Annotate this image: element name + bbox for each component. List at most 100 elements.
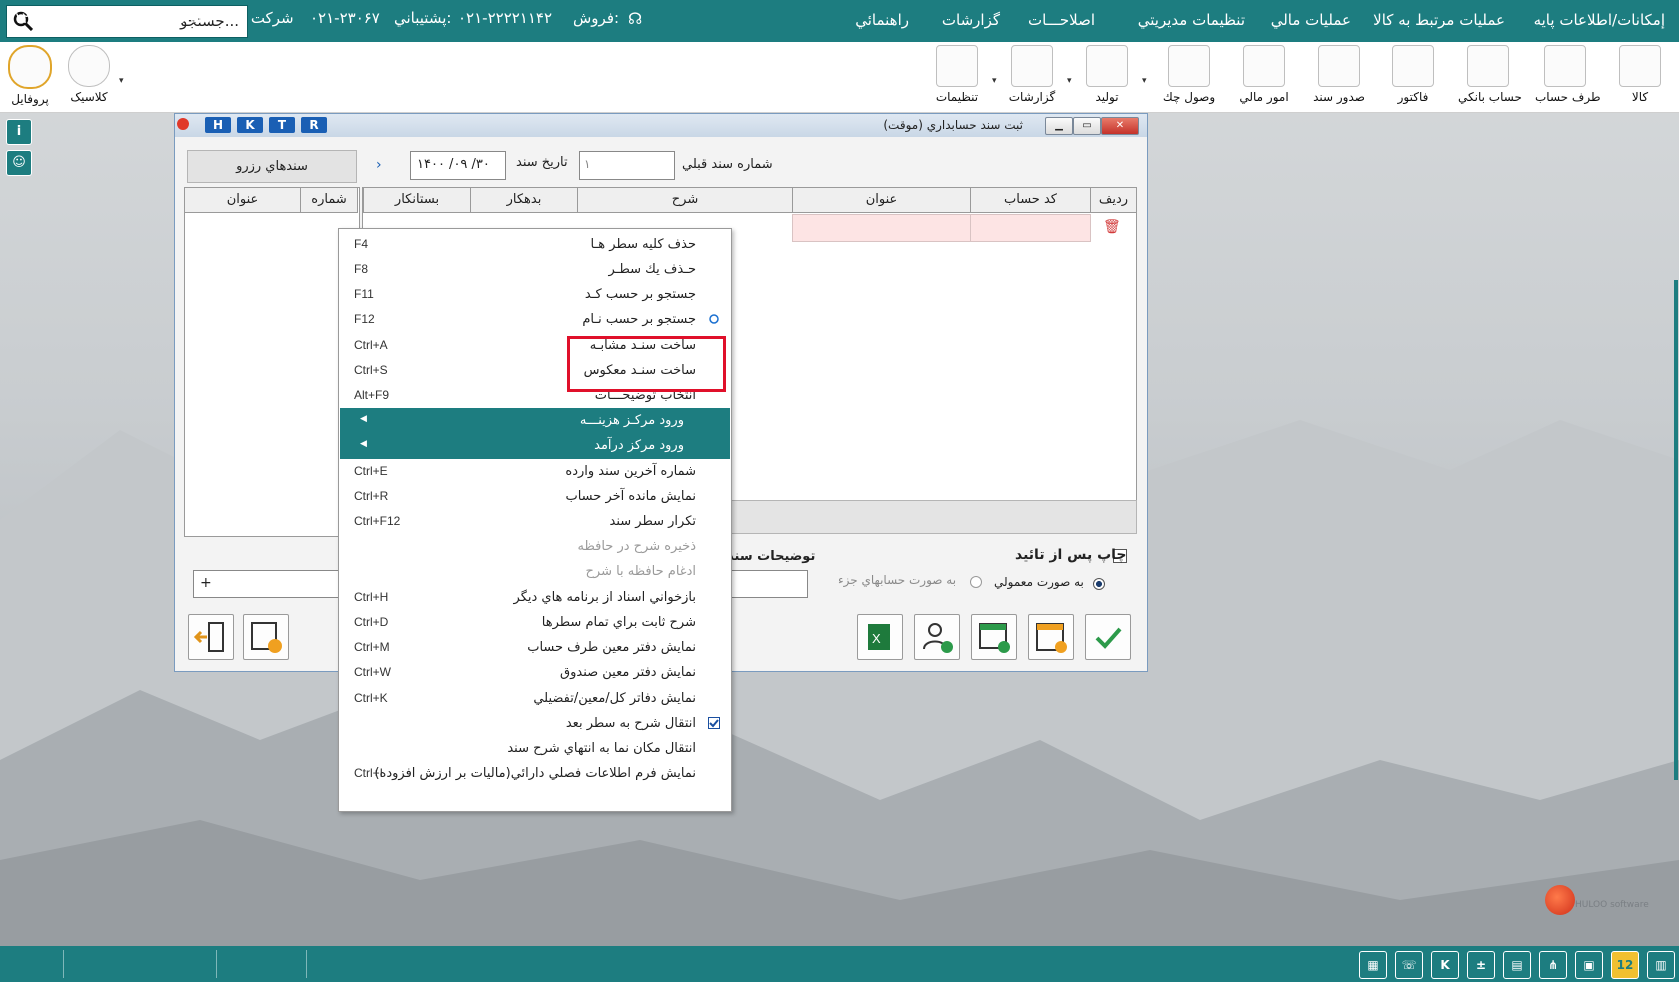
menu-item-save-description: ذخيره شرح در حافظه bbox=[577, 539, 697, 554]
status-sales-label: فروش: bbox=[573, 9, 620, 27]
window-title: ثبت سند حسابداري (موقت) bbox=[883, 118, 1023, 132]
grid-col-account-code[interactable]: كد حساب bbox=[970, 187, 1091, 213]
toolbar-cheque-collection[interactable]: وصول چك bbox=[1159, 45, 1219, 111]
menu-item-delete-all-rows[interactable]: حذف كليه سطر هـا F4 bbox=[340, 232, 730, 258]
menu-item-seasonal-asset-form[interactable]: نمايش فرم اطلاعات فصلي دارائي(ماليات بر … bbox=[340, 761, 730, 787]
menu-item-search-by-code[interactable]: جستجو بر حسب كـد F11 bbox=[340, 282, 730, 308]
menu-basic-info[interactable]: إمكانات/اطلاعات پايه bbox=[1534, 11, 1665, 29]
doc-description-label: توضيحات سند bbox=[727, 549, 816, 564]
k-shortcut-icon[interactable]: K bbox=[1431, 951, 1459, 979]
app-status-icon bbox=[177, 118, 189, 130]
toolbar-issue-document[interactable]: صدور سند bbox=[1309, 45, 1369, 111]
prev-doc-input[interactable]: ۱ bbox=[579, 151, 675, 180]
hotkey-k-button[interactable]: K bbox=[237, 117, 263, 133]
exit-button[interactable] bbox=[188, 614, 234, 660]
reserved-docs-button[interactable]: سندهاي رزرو bbox=[187, 150, 357, 183]
toolbar-bank-account[interactable]: حساب بانكي bbox=[1458, 45, 1522, 111]
toolbar-production[interactable]: توليد bbox=[1077, 45, 1137, 111]
menu-item-repeat-row[interactable]: تكرار سطر سند Ctrl+F12 bbox=[340, 509, 730, 535]
menu-financial-operations[interactable]: عمليات مالي bbox=[1271, 11, 1351, 29]
menu-reports[interactable]: گزارشات bbox=[942, 11, 1000, 29]
toolbar-financial-affairs[interactable]: امور مالي bbox=[1234, 45, 1294, 111]
production-dropdown-icon[interactable]: ▾ bbox=[1142, 76, 1147, 86]
note-icon[interactable]: ▤ bbox=[1503, 951, 1531, 979]
menu-item-cursor-to-end[interactable]: انتقال مكان نما به انتهاي شرح سند bbox=[340, 736, 730, 762]
cell-title[interactable] bbox=[792, 214, 971, 242]
radio-partial[interactable] bbox=[970, 576, 982, 588]
toolbar-party[interactable]: طرف حساب bbox=[1535, 45, 1601, 111]
toolbar-invoice[interactable]: فاكتور bbox=[1383, 45, 1443, 111]
report-button[interactable] bbox=[1028, 614, 1074, 660]
menu-item-income-center[interactable]: ورود مركز درآمد ◀ bbox=[340, 433, 730, 459]
grid-col-description[interactable]: شرح bbox=[577, 187, 793, 213]
calculator-icon[interactable]: ± bbox=[1467, 951, 1495, 979]
menu-management-settings[interactable]: تنظيمات مديريتي bbox=[1138, 11, 1245, 29]
menu-item-delete-row[interactable]: حـذف يك سطـر F8 bbox=[340, 257, 730, 283]
close-button[interactable]: ✕ bbox=[1101, 117, 1139, 135]
menu-item-cost-center[interactable]: ورود مركـز هزينـــه ◀ bbox=[340, 408, 730, 434]
user-card-icon[interactable]: ☺ bbox=[6, 150, 32, 176]
toolbar-settings[interactable]: تنظيمات bbox=[927, 45, 987, 111]
calendar-icon[interactable]: ▥ bbox=[1647, 951, 1675, 979]
grid-col-row[interactable]: رديف bbox=[1090, 187, 1137, 213]
calendar-day-icon[interactable]: 12 bbox=[1611, 951, 1639, 979]
grid-col-title[interactable]: عنوان bbox=[792, 187, 971, 213]
menu-item-last-doc-number[interactable]: شماره آخرين سند وارده Ctrl+E bbox=[340, 459, 730, 485]
info-icon[interactable]: i bbox=[6, 119, 32, 145]
gear-icon bbox=[936, 45, 978, 87]
context-menu: حذف كليه سطر هـا F4 حـذف يك سطـر F8 جستجو … bbox=[338, 228, 732, 812]
menu-item-fixed-description[interactable]: شرح ثابت براي تمام سطرها Ctrl+D bbox=[340, 610, 730, 636]
toolbar-profile[interactable]: پروفايل bbox=[0, 45, 60, 111]
toolbar-goods[interactable]: كالا bbox=[1610, 45, 1670, 111]
menu-item-cash-ledger[interactable]: نمايش دفتر معين صندوق Ctrl+W bbox=[340, 660, 730, 686]
toolbar-classic-theme[interactable]: كلاسيک bbox=[59, 45, 119, 111]
profile-icon bbox=[8, 45, 52, 89]
radio-normal-label: به صورت معمولي bbox=[994, 575, 1084, 589]
toolbar-reports[interactable]: گزارشات bbox=[1002, 45, 1062, 111]
delete-row-icon[interactable]: 🗑 bbox=[1103, 219, 1121, 235]
radio-normal[interactable] bbox=[1093, 578, 1105, 590]
menu-goods-operations[interactable]: عمليات مرتبط به كالا bbox=[1373, 11, 1505, 29]
grid-col-debit[interactable]: بدهكار bbox=[470, 187, 578, 213]
reserve-col-title[interactable]: عنوان bbox=[184, 187, 301, 213]
hotkey-r-button[interactable]: R bbox=[301, 117, 327, 133]
person-icon bbox=[1544, 45, 1586, 87]
menu-item-all-ledgers[interactable]: نمايش دفاتر كل/معين/تفضيلي Ctrl+K bbox=[340, 686, 730, 712]
add-list-icon bbox=[979, 623, 1010, 653]
save-clock-icon bbox=[251, 622, 282, 653]
confirm-button[interactable] bbox=[1085, 614, 1131, 660]
phone-book-icon[interactable]: ☏ bbox=[1395, 951, 1423, 979]
menu-item-carry-description[interactable]: انتقال شرح به سطر بعد bbox=[340, 711, 730, 737]
hotkey-t-button[interactable]: T bbox=[269, 117, 295, 133]
menu-item-party-ledger[interactable]: نمايش دفتر معين طرف حساب Ctrl+M bbox=[340, 635, 730, 661]
doc-date-input[interactable]: ۱۴۰۰ /۰۹ /۳۰ bbox=[410, 151, 506, 180]
settings-dropdown-icon[interactable]: ▾ bbox=[992, 76, 997, 86]
chart-icon bbox=[1011, 45, 1053, 87]
menu-item-account-balance[interactable]: نمايش مانده آخر حساب Ctrl+R bbox=[340, 484, 730, 510]
svg-text:X: X bbox=[872, 631, 881, 646]
add-party-button[interactable] bbox=[914, 614, 960, 660]
grid-col-credit[interactable]: بستانكار bbox=[363, 187, 471, 213]
menu-help[interactable]: راهنمائي bbox=[855, 11, 909, 29]
status-date: سه شنبه،۳۰ آذر، ۱۴۰۰ bbox=[70, 9, 211, 27]
menu-item-search-by-name[interactable]: جستجو بر حسب نـام F12 bbox=[340, 307, 730, 333]
save-later-button[interactable] bbox=[243, 614, 289, 660]
exit-door-icon bbox=[193, 622, 224, 652]
chevron-right-icon[interactable]: › bbox=[376, 157, 382, 173]
right-scrollbar[interactable] bbox=[1674, 280, 1678, 780]
theme-dropdown-icon[interactable]: ▾ bbox=[119, 76, 124, 86]
image-gallery-icon[interactable]: ▣ bbox=[1575, 951, 1603, 979]
menu-corrections[interactable]: اصلاحـــات bbox=[1028, 11, 1095, 29]
minimize-button[interactable]: ▁ bbox=[1045, 117, 1073, 135]
reserved-docs-list[interactable] bbox=[184, 187, 360, 537]
calendar-grid-icon[interactable]: ▦ bbox=[1359, 951, 1387, 979]
share-icon[interactable]: ⋔ bbox=[1539, 951, 1567, 979]
maximize-button[interactable]: ▭ bbox=[1073, 117, 1101, 135]
add-row-button[interactable] bbox=[971, 614, 1017, 660]
reports-dropdown-icon[interactable]: ▾ bbox=[1067, 76, 1072, 86]
reserve-col-number[interactable]: شماره bbox=[300, 187, 358, 213]
hotkey-h-button[interactable]: H bbox=[205, 117, 231, 133]
cell-account-code[interactable] bbox=[970, 214, 1091, 242]
excel-export-button[interactable]: X bbox=[857, 614, 903, 660]
menu-item-reload-documents[interactable]: بازخواني اسناد از برنامه هاي ديگر Ctrl+H bbox=[340, 585, 730, 611]
